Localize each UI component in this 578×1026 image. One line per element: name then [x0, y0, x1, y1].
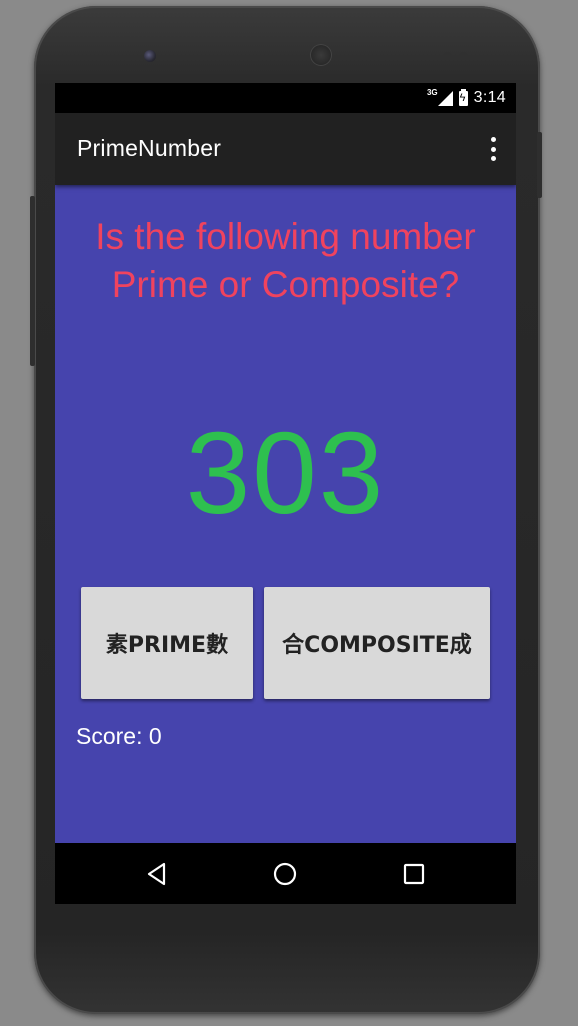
navigation-bar	[55, 843, 516, 904]
score-label: Score: 0	[76, 723, 162, 749]
app-title: PrimeNumber	[77, 135, 222, 161]
device-screen: 3G ϟ 3:14 PrimeNumber Is the following n…	[55, 83, 516, 904]
number-display: 303	[185, 408, 386, 538]
volume-rocker	[30, 196, 35, 366]
signal-icon	[437, 90, 453, 106]
back-triangle-icon[interactable]	[142, 859, 172, 889]
status-clock: 3:14	[473, 89, 506, 106]
composite-button[interactable]: 合COMPOSITE成	[264, 587, 490, 699]
prime-button[interactable]: 素PRIME數	[81, 587, 253, 699]
network-type-label: 3G	[426, 87, 438, 97]
light-sensor	[460, 52, 467, 59]
main-content: Is the following number Prime or Composi…	[55, 185, 516, 843]
more-vert-icon[interactable]	[488, 137, 498, 161]
status-icons: 3G ϟ 3:14	[427, 88, 506, 108]
proximity-sensor	[444, 52, 451, 59]
power-button	[537, 132, 542, 198]
front-camera	[144, 50, 156, 62]
battery-charging-icon: ϟ	[458, 88, 468, 106]
recents-square-icon[interactable]	[399, 859, 429, 889]
home-circle-icon[interactable]	[270, 859, 300, 889]
earpiece-speaker	[310, 44, 332, 66]
question-text: Is the following number Prime or Composi…	[95, 216, 476, 305]
status-bar: 3G ϟ 3:14	[55, 83, 516, 113]
app-bar: PrimeNumber	[55, 113, 516, 185]
